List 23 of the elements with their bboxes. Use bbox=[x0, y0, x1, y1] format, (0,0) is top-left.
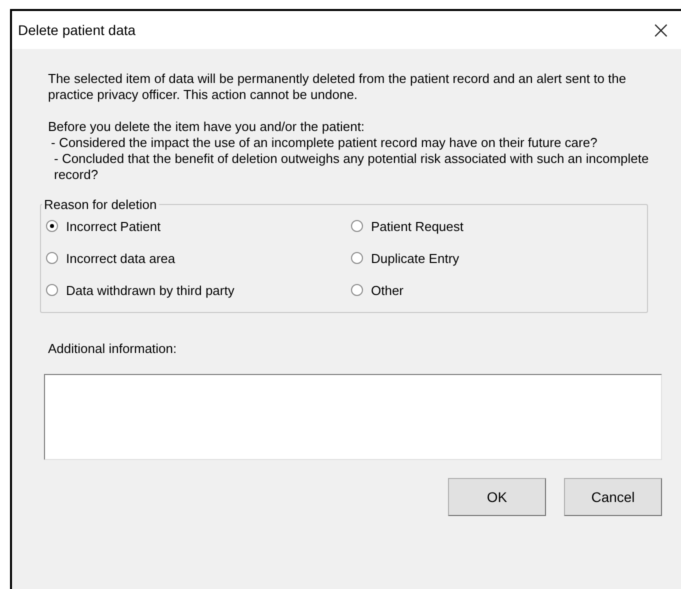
radio-option[interactable]: Duplicate Entry bbox=[351, 250, 647, 266]
warning-text: The selected item of data will be permanently deleted from the patient record and an alert sent to the practice privacy officer. This action cannot be undone. bbox=[48, 71, 628, 103]
radio-icon[interactable] bbox=[351, 252, 363, 264]
radio-icon[interactable] bbox=[351, 284, 363, 296]
radio-icon[interactable] bbox=[46, 284, 58, 296]
radio-icon[interactable] bbox=[351, 220, 363, 232]
close-button[interactable]: × bbox=[640, 11, 681, 49]
radio-option[interactable]: Other bbox=[351, 282, 647, 298]
cancel-button[interactable]: Cancel bbox=[564, 478, 662, 516]
group-title: Reason for deletion bbox=[43, 197, 158, 212]
radio-checked-icon[interactable] bbox=[46, 220, 58, 232]
checklist-item: - Concluded that the benefit of deletion outweighs any potential risk associated with such an incomplete record? bbox=[53, 151, 650, 183]
radio-option[interactable]: Data withdrawn by third party bbox=[46, 282, 351, 298]
radio-icon[interactable] bbox=[46, 252, 58, 264]
question-text: Before you delete the item have you and/or the patient: bbox=[48, 119, 366, 135]
window-title: Delete patient data bbox=[18, 22, 136, 38]
checklist-item: - Considered the impact the use of an incomplete patient record may have on their future care? bbox=[50, 135, 598, 151]
radio-option[interactable]: Incorrect Patient bbox=[46, 218, 351, 234]
additional-info-field[interactable] bbox=[44, 374, 662, 460]
radio-option[interactable]: Patient Request bbox=[351, 218, 647, 234]
additional-info-label: Additional information: bbox=[48, 341, 178, 356]
radio-option[interactable]: Incorrect data area bbox=[46, 250, 351, 266]
ok-button[interactable]: OK bbox=[448, 478, 546, 516]
